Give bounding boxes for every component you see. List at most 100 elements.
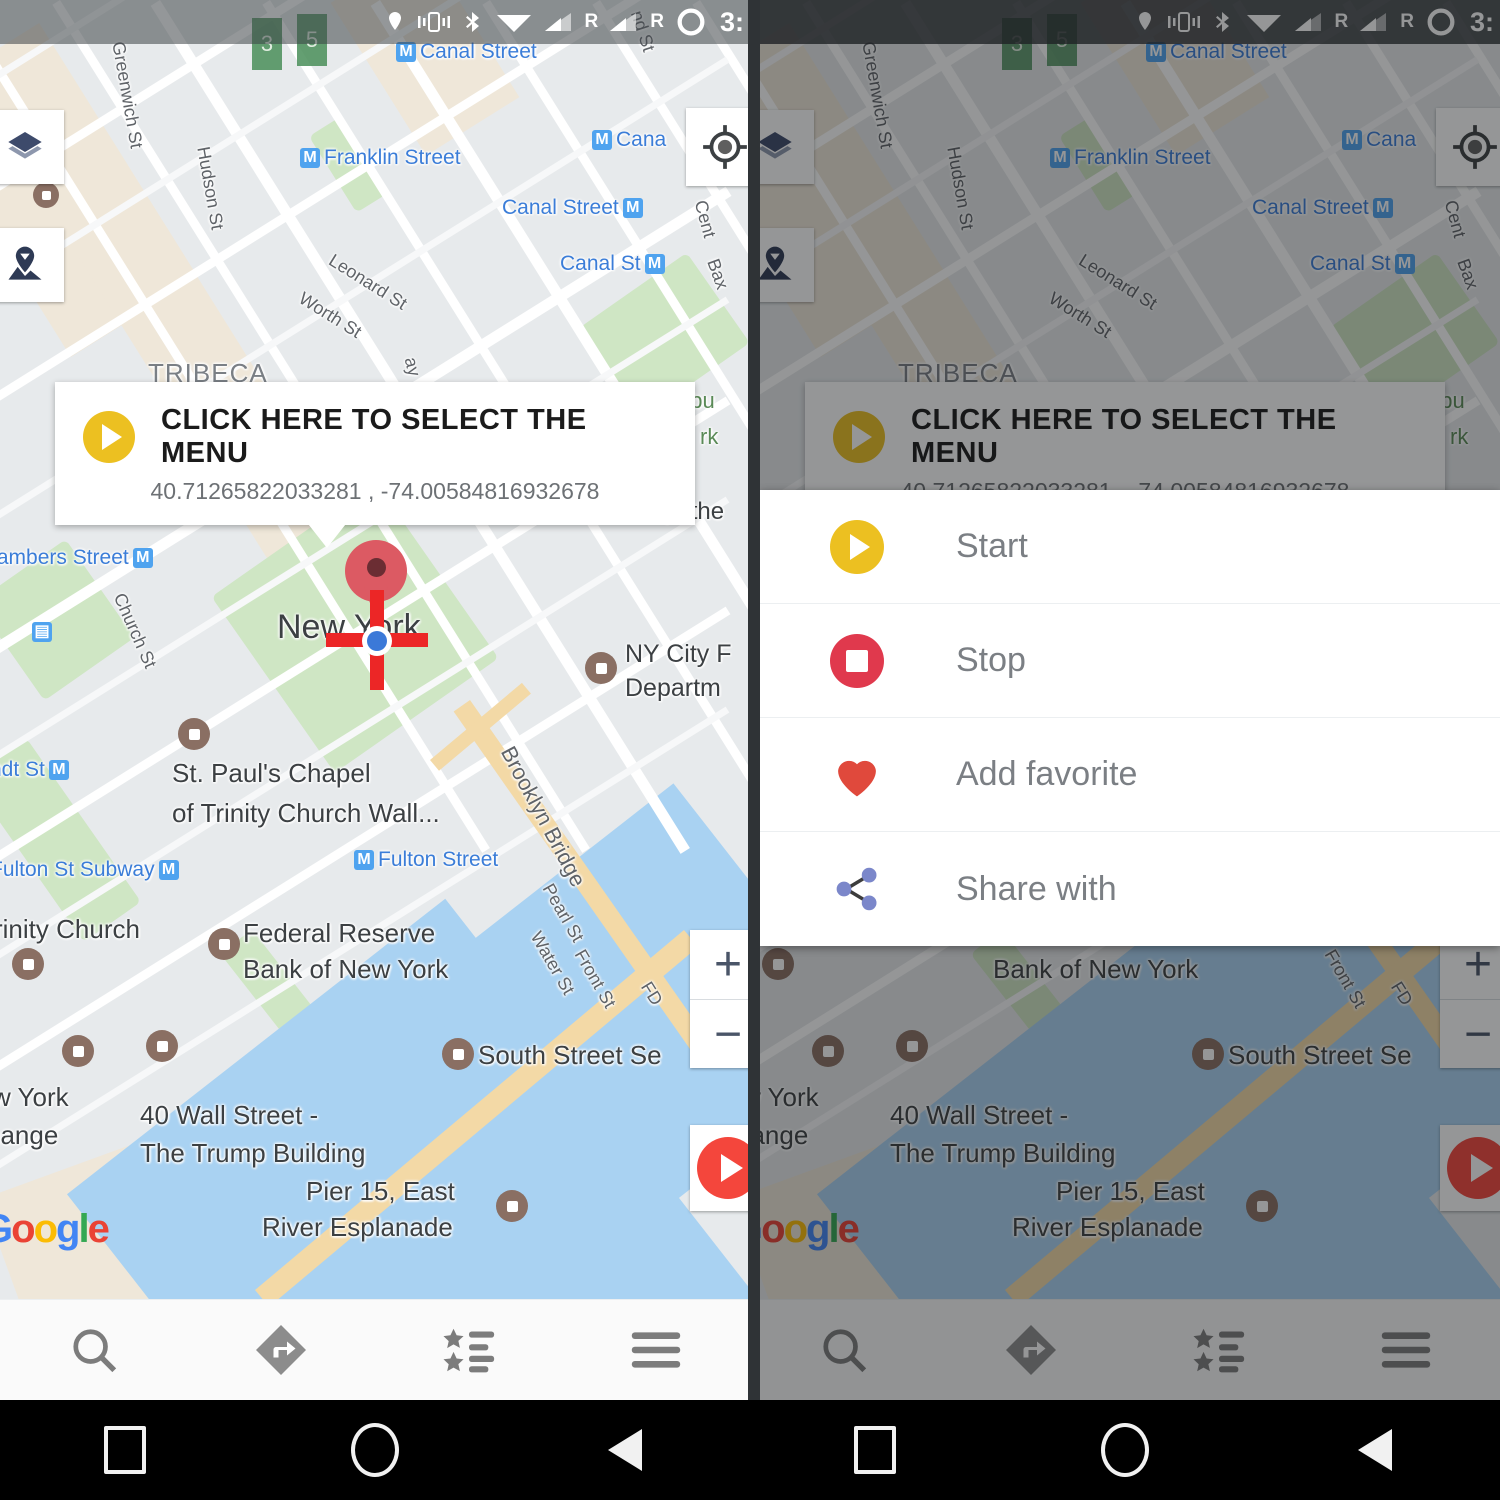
map-label-poi: Departm [625,674,721,702]
back-button[interactable] [500,1429,750,1471]
home-button[interactable] [1000,1423,1250,1477]
bluetooth-icon [461,8,485,36]
map-crosshair [326,590,428,690]
directions-button[interactable] [188,1320,376,1380]
current-position-dot [367,631,387,651]
poi-glyph [22,958,34,970]
menu-item-start[interactable]: Start [760,490,1500,604]
menu-item-add-favorite[interactable]: Add favorite [760,718,1500,832]
roaming-label: R [650,11,664,32]
android-nav-bar [750,1400,1500,1500]
subway-badge-icon: M [354,850,374,871]
recents-button[interactable] [0,1426,250,1474]
map-layers-button[interactable] [0,110,64,184]
map-label-subway: M Cana [588,128,666,152]
bottom-toolbar [0,1299,750,1400]
poi-glyph [41,190,51,200]
callout-row: CLICK HERE TO SELECT THE MENU [55,382,695,478]
subway-badge-icon: M [300,148,320,169]
home-button[interactable] [250,1423,500,1477]
map-label-poi: Federal Reserve [243,918,436,948]
menu-item-share-with[interactable]: Share with [760,832,1500,946]
map-poi-marker[interactable] [178,718,210,750]
menu-item-label: Share with [956,869,1117,908]
map-poi-marker[interactable] [585,652,617,684]
map-label-subway: Chambers StreetM [0,546,157,570]
home-icon [1101,1423,1149,1477]
zoom-in-button[interactable]: + [690,930,750,999]
back-button[interactable] [1250,1429,1500,1471]
menu-button[interactable] [563,1328,751,1372]
back-icon [1358,1429,1392,1471]
status-bar: R R 3: [0,0,750,44]
zoom-controls[interactable]: + − [690,930,750,1068]
zoom-out-button[interactable]: − [690,1000,750,1069]
subway-badge-icon: M [396,42,416,63]
google-watermark: Google [0,1207,110,1251]
map-label-subway: ndt StM [0,758,73,782]
subway-badge-icon: M [132,548,153,569]
map-label-subway: MFulton Street [350,848,498,872]
favorites-icon [443,1328,494,1373]
map-poi-marker[interactable] [146,1030,178,1062]
android-nav-bar [0,1400,750,1500]
callout-tail [305,520,349,548]
pin-dot [367,558,386,577]
recents-icon [104,1426,146,1474]
callout-title: CLICK HERE TO SELECT THE MENU [161,404,587,469]
poi-glyph [452,1048,464,1060]
subway-badge-icon: M [622,198,643,219]
favorites-button[interactable] [375,1325,563,1375]
map-poi-marker[interactable] [208,928,240,960]
directions-icon [256,1325,307,1375]
back-icon [608,1429,642,1471]
start-fab-button[interactable] [690,1125,750,1211]
map-label-poi: Pier 15, East [306,1176,455,1206]
my-location-button[interactable] [686,108,750,186]
map-label-poi: Bank of New York [243,954,449,984]
map-poi-marker[interactable] [12,948,44,980]
map-poi-marker[interactable] [496,1190,528,1222]
context-menu[interactable]: Start Stop Add favorite Share with [760,490,1500,946]
subway-badge-icon: M [158,860,179,881]
callout-coordinates: 40.71265822033281 , -74.00584816932678 [150,478,600,504]
recents-icon [854,1426,896,1474]
hamburger-icon [632,1332,681,1368]
map-place-photo-button[interactable] [0,228,64,302]
search-icon [73,1329,116,1373]
subway-badge-icon: M [644,254,665,275]
signal-roaming-2-icon [608,8,640,36]
status-bar-clock: 3: [719,6,744,37]
search-button[interactable] [0,1323,188,1377]
recents-button[interactable] [750,1426,1000,1474]
place-photo-icon [8,246,42,280]
poi-glyph [506,1200,518,1212]
home-icon [351,1423,399,1477]
map-label-transit: ▤ [28,620,56,644]
map-label-poi: hange [0,1120,59,1150]
map-label-poi: rk [700,424,719,449]
my-location-icon [703,125,747,169]
train-badge-icon: ▤ [32,622,52,643]
map-label-poi: w York [0,1082,69,1112]
heart-icon [828,748,886,802]
map-poi-marker[interactable] [442,1038,474,1070]
poi-glyph [218,938,230,950]
map-poi-marker[interactable] [62,1035,94,1067]
wifi-icon [495,8,533,36]
map-label-subway: Canal Street M [502,196,647,220]
layers-icon [8,132,42,159]
panel-divider [748,0,760,1400]
map-label-poi: River Esplanade [262,1212,453,1242]
map-label-poi: NY City F [625,640,732,668]
play-icon [83,411,135,463]
map-label-poi: rinity Church [0,914,140,944]
menu-item-stop[interactable]: Stop [760,604,1500,718]
alarm-icon [674,6,708,38]
play-icon [697,1137,750,1199]
map-poi-marker[interactable] [33,182,59,208]
map-canvas[interactable]: 3 5 MCanal Street MFranklin Street MCana… [0,0,750,1300]
poi-glyph [156,1040,168,1052]
map-label-poi: South Street Se [478,1040,662,1070]
map-callout[interactable]: CLICK HERE TO SELECT THE MENU 40.7126582… [55,382,695,525]
